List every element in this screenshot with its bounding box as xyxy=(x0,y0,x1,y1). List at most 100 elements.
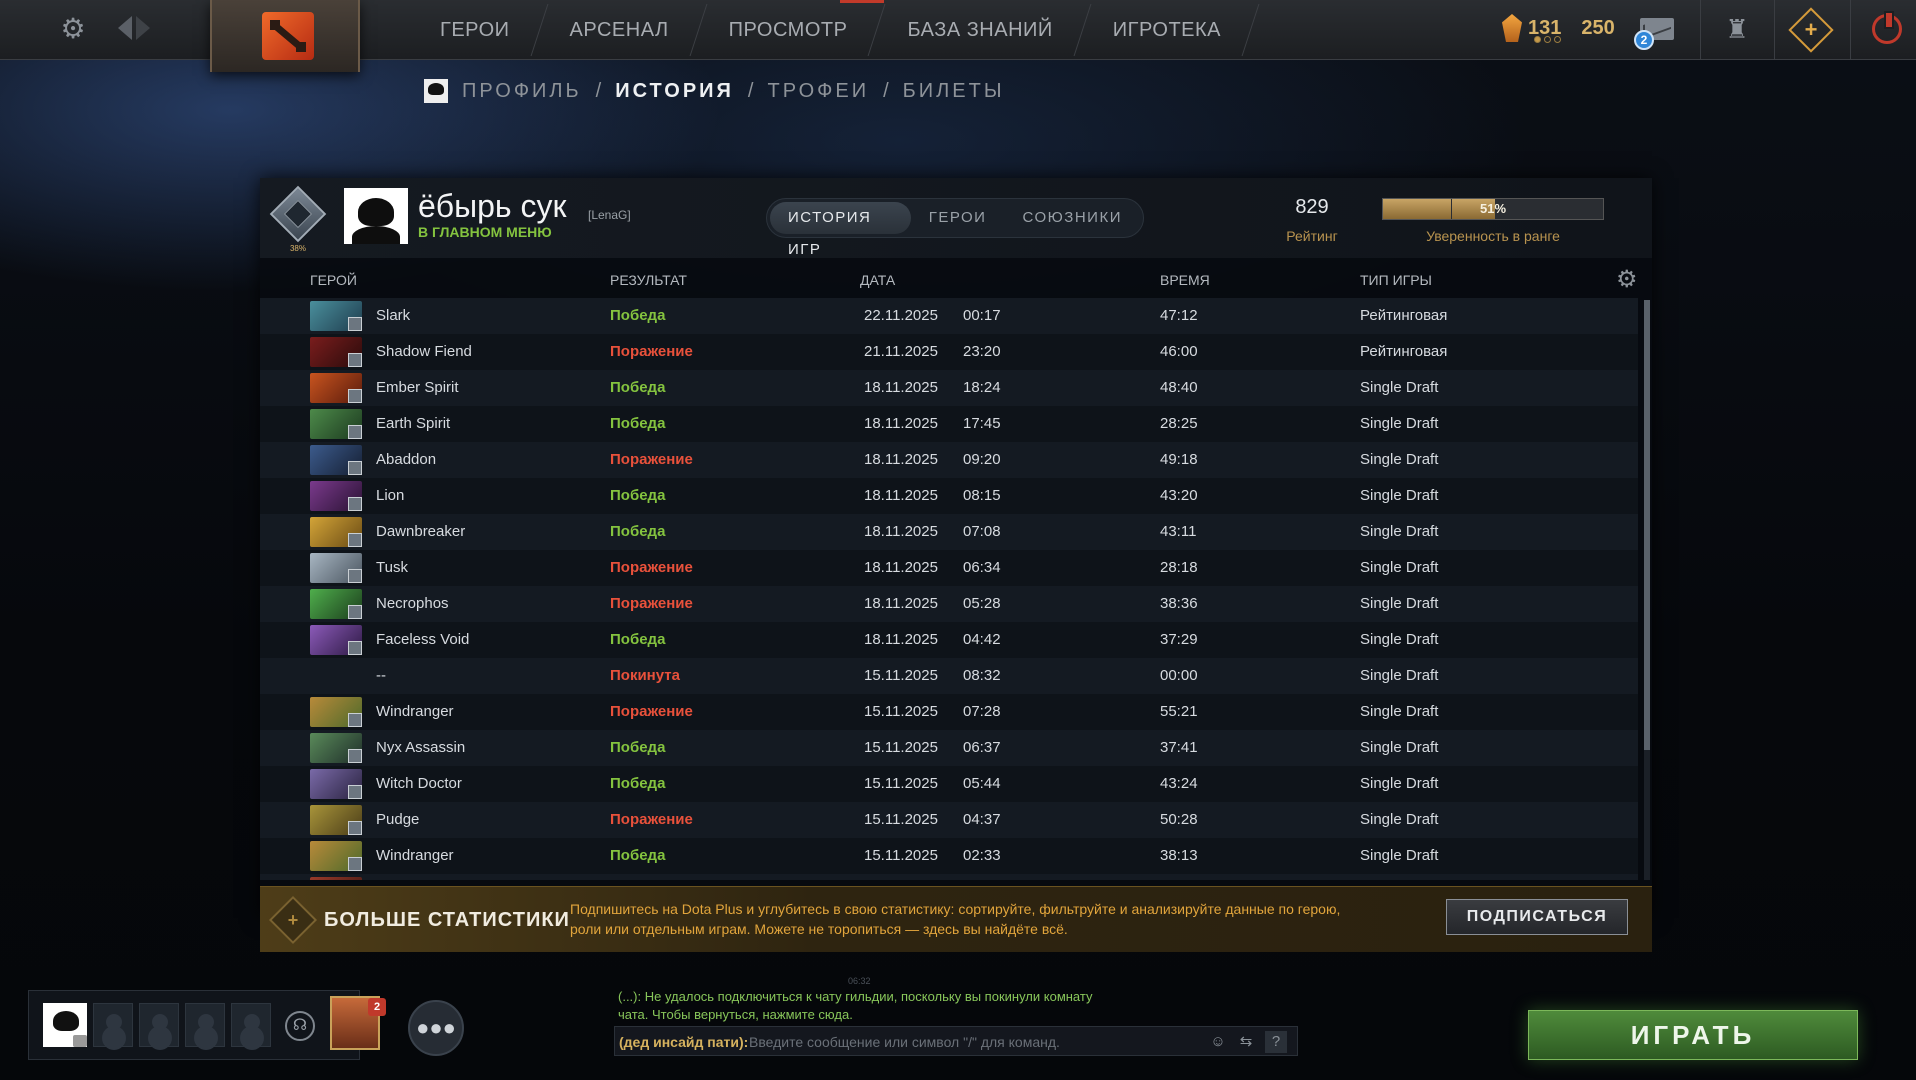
party-finder-button[interactable]: ●●● xyxy=(408,1000,464,1056)
match-result: Поражение xyxy=(610,451,693,468)
subnav-tickets[interactable]: БИЛЕТЫ xyxy=(903,80,1005,103)
table-row[interactable]: Necrophos Поражение 18.11.2025 05:28 38:… xyxy=(260,586,1638,622)
table-row[interactable]: Faceless Void Победа 18.11.2025 04:42 37… xyxy=(260,622,1638,658)
tab-allies[interactable]: СОЮЗНИКИ xyxy=(1004,202,1140,234)
col-result[interactable]: РЕЗУЛЬТАТ xyxy=(610,272,687,288)
hero-name: Lion xyxy=(376,487,405,504)
table-row[interactable]: Witch Doctor Победа 15.11.2025 05:44 43:… xyxy=(260,766,1638,802)
dota-logo-tab[interactable] xyxy=(210,0,360,72)
hero-name: Earth Spirit xyxy=(376,415,451,432)
player-status: В ГЛАВНОМ МЕНЮ xyxy=(418,224,552,240)
match-time: 04:42 xyxy=(963,631,1001,648)
history-navigation xyxy=(118,16,160,44)
armory-icon[interactable]: ♜ xyxy=(1722,14,1752,44)
hero-name: Witch Doctor xyxy=(376,775,462,792)
nav-armory[interactable]: АРСЕНАЛ xyxy=(540,0,699,60)
tab-match-history[interactable]: ИСТОРИЯ ИГР xyxy=(770,202,911,258)
emoji-icon[interactable]: ☺ xyxy=(1207,1031,1229,1053)
match-time: 02:33 xyxy=(963,847,1001,864)
match-duration: 55:21 xyxy=(1160,703,1198,720)
nav-knowledge-base[interactable]: БАЗА ЗНАНИЙ xyxy=(877,0,1082,60)
table-row[interactable]: Windranger Поражение 15.11.2025 07:28 55… xyxy=(260,694,1638,730)
table-row[interactable]: Slark Победа 22.11.2025 00:17 47:12 Рейт… xyxy=(260,298,1638,334)
help-button[interactable]: ? xyxy=(1265,1031,1287,1053)
chat-system-message[interactable]: (...): Не удалось подключиться к чату ги… xyxy=(618,988,1098,1024)
table-row[interactable]: -- Покинута 15.11.2025 08:32 00:00 Singl… xyxy=(260,658,1638,694)
table-row[interactable]: Shadow Fiend Поражение 21.11.2025 23:20 … xyxy=(260,334,1638,370)
table-row[interactable]: Lion Победа 18.11.2025 08:15 43:20 Singl… xyxy=(260,478,1638,514)
table-row[interactable]: Pudge Поражение 15.11.2025 04:37 50:28 S… xyxy=(260,802,1638,838)
game-mode: Single Draft xyxy=(1360,487,1439,504)
subnav-separator: / xyxy=(595,79,602,102)
col-game-mode[interactable]: ТИП ИГРЫ xyxy=(1360,272,1432,288)
guild-tag: [LenaG] xyxy=(588,208,631,222)
table-row[interactable]: Tusk Поражение 18.11.2025 06:34 28:18 Si… xyxy=(260,550,1638,586)
match-date: 18.11.2025 xyxy=(864,595,938,612)
match-date: 15.11.2025 xyxy=(864,775,938,792)
hero-name: Dawnbreaker xyxy=(376,523,466,540)
hero-name: Abaddon xyxy=(376,451,437,468)
game-mode: Single Draft xyxy=(1360,379,1439,396)
rank-medal-icon[interactable]: 38% xyxy=(269,185,327,253)
table-header: ГЕРОЙ РЕЗУЛЬТАТ ДАТА ВРЕМЯ ТИП ИГРЫ ⚙ xyxy=(260,262,1652,298)
table-row[interactable]: Ember Spirit Победа 18.11.2025 18:24 48:… xyxy=(260,370,1638,406)
match-result: Поражение xyxy=(610,559,693,576)
table-row[interactable]: Windranger Победа 15.11.2025 02:33 38:13… xyxy=(260,838,1638,874)
lock-icon xyxy=(73,1035,87,1047)
match-result: Победа xyxy=(610,847,666,864)
game-mode: Single Draft xyxy=(1360,415,1439,432)
match-time: 08:15 xyxy=(963,487,1001,504)
subnav-history[interactable]: ИСТОРИЯ xyxy=(615,80,734,103)
match-time: 00:17 xyxy=(963,307,1001,324)
col-hero[interactable]: ГЕРОЙ xyxy=(310,272,357,288)
table-row[interactable]: Dawnbreaker Победа 18.11.2025 07:08 43:1… xyxy=(260,514,1638,550)
party-slot[interactable] xyxy=(185,1003,225,1047)
scrollbar-thumb[interactable] xyxy=(1644,300,1650,750)
match-duration: 38:13 xyxy=(1160,847,1198,864)
play-button[interactable]: ИГРАТЬ xyxy=(1528,1010,1858,1060)
dota-plus-promo: + БОЛЬШЕ СТАТИСТИКИ Подпишитесь на Dota … xyxy=(260,886,1652,952)
nav-watch[interactable]: ПРОСМОТР xyxy=(699,0,878,60)
match-time: 06:34 xyxy=(963,559,1001,576)
forward-arrow-icon[interactable] xyxy=(136,16,150,40)
col-date[interactable]: ДАТА xyxy=(860,272,895,288)
friend-notification-badge: 2 xyxy=(368,998,386,1016)
player-avatar[interactable] xyxy=(344,188,408,244)
translate-icon[interactable]: ⇆ xyxy=(1235,1031,1257,1053)
table-row[interactable]: Abaddon Поражение 18.11.2025 09:20 49:18… xyxy=(260,442,1638,478)
settings-gear-icon[interactable]: ⚙ xyxy=(58,14,88,44)
game-mode: Single Draft xyxy=(1360,451,1439,468)
game-mode: Single Draft xyxy=(1360,847,1439,864)
match-result: Победа xyxy=(610,631,666,648)
tab-heroes[interactable]: ГЕРОИ xyxy=(911,202,1005,234)
subnav-trophies[interactable]: ТРОФЕИ xyxy=(767,80,869,103)
nav-heroes[interactable]: ГЕРОИ xyxy=(410,0,540,60)
match-list[interactable]: Slark Победа 22.11.2025 00:17 47:12 Рейт… xyxy=(260,298,1638,880)
match-list-scrollbar[interactable] xyxy=(1644,300,1650,880)
voice-chat-icon[interactable]: ☊ xyxy=(285,1011,315,1041)
subnav-profile[interactable]: ПРОФИЛЬ xyxy=(462,80,582,103)
chat-channel-label[interactable]: (дед инсайд пати): xyxy=(619,1034,748,1050)
table-settings-gear-icon[interactable]: ⚙ xyxy=(1616,268,1638,292)
match-date: 18.11.2025 xyxy=(864,379,938,396)
table-row[interactable]: Nyx Assassin Победа 15.11.2025 06:37 37:… xyxy=(260,730,1638,766)
hero-name: Tusk xyxy=(376,559,408,576)
chat-input[interactable] xyxy=(749,1030,1209,1054)
mail-count-badge: 2 xyxy=(1634,30,1654,50)
party-slot[interactable] xyxy=(231,1003,271,1047)
nav-arcade[interactable]: ИГРОТЕКА xyxy=(1083,0,1251,60)
subscribe-button[interactable]: ПОДПИСАТЬСЯ xyxy=(1446,899,1628,935)
party-slot[interactable] xyxy=(93,1003,133,1047)
match-duration: 28:25 xyxy=(1160,415,1198,432)
match-date: 15.11.2025 xyxy=(864,703,938,720)
game-mode: Single Draft xyxy=(1360,595,1439,612)
power-icon[interactable] xyxy=(1872,11,1902,44)
party-slot[interactable] xyxy=(139,1003,179,1047)
game-mode: Single Draft xyxy=(1360,559,1439,576)
table-row[interactable] xyxy=(260,874,1638,880)
col-duration[interactable]: ВРЕМЯ xyxy=(1160,272,1210,288)
back-arrow-icon[interactable] xyxy=(118,16,132,40)
match-result: Победа xyxy=(610,523,666,540)
match-time: 17:45 xyxy=(963,415,1001,432)
table-row[interactable]: Earth Spirit Победа 18.11.2025 17:45 28:… xyxy=(260,406,1638,442)
